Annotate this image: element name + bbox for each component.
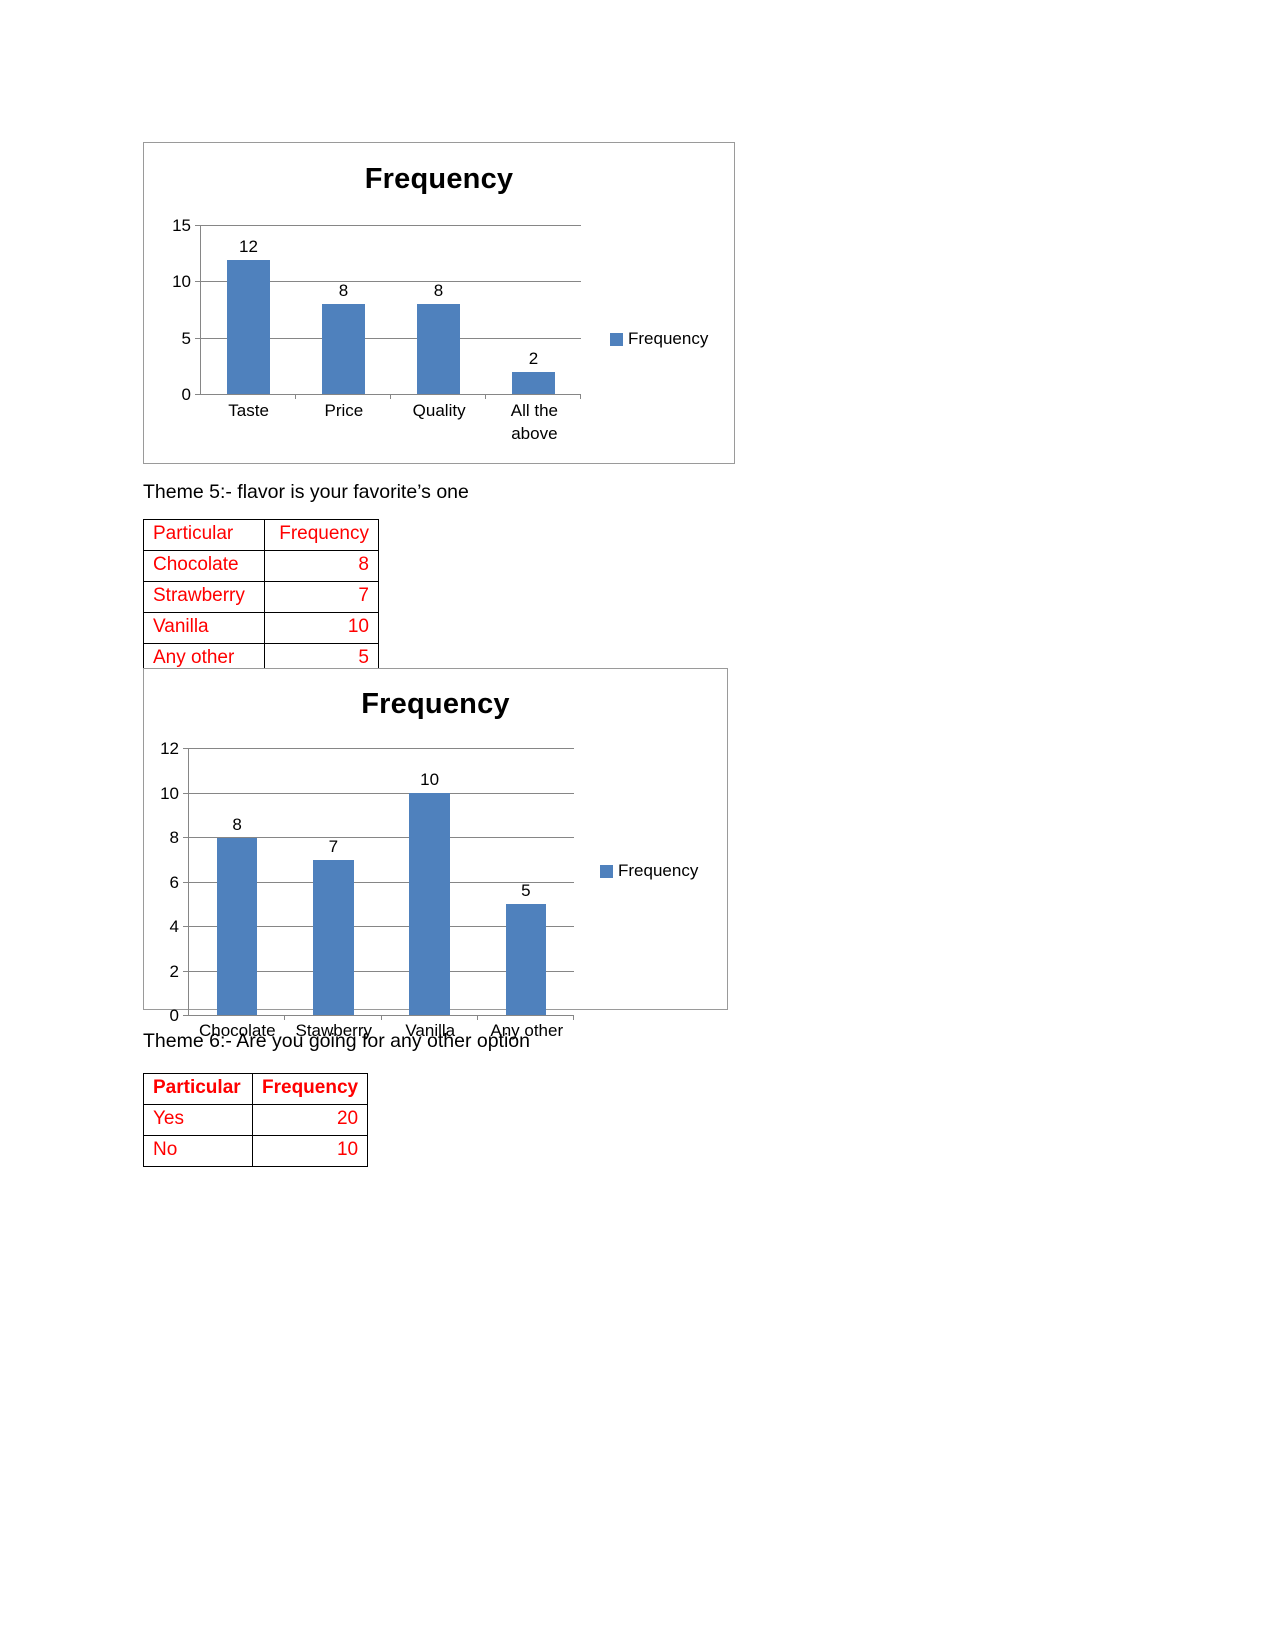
- bar[interactable]: [505, 904, 547, 1015]
- x-axis-label: Quality: [412, 401, 466, 420]
- table-header-cell: Frequency: [251, 1073, 369, 1105]
- table-cell-label: No: [143, 1135, 253, 1167]
- chart-object-factors[interactable]: Frequency 0 5 10 15 12 8 8 2 Taste Price Quality…: [143, 142, 735, 464]
- y-tick-label: 4: [169, 917, 179, 936]
- y-tick-label: 15: [172, 216, 191, 235]
- bar[interactable]: [321, 304, 366, 394]
- bar-value-label: 8: [338, 281, 349, 301]
- y-tick-mark: [195, 225, 200, 226]
- y-tick-mark: [183, 1015, 188, 1016]
- table-cell-label: Vanilla: [143, 612, 265, 644]
- x-axis-labels: Taste Price Quality All the above: [201, 399, 582, 445]
- chart-object-flavors[interactable]: Frequency 0 2 4 6 8 10 12 8 7 10 5 Chocolate Stawb…: [143, 668, 728, 1040]
- bar-slot[interactable]: 10: [382, 749, 478, 1020]
- bar-slot[interactable]: 5: [478, 749, 574, 1020]
- legend-swatch-icon: [610, 332, 623, 346]
- chart-plot-area: 0 2 4 6 8 10 12 8 7 10 5: [160, 739, 574, 1025]
- bar-slot[interactable]: 8: [189, 749, 286, 1020]
- table-header-row: Particular Frequency: [143, 1073, 369, 1105]
- table-cell-label: Chocolate: [143, 550, 265, 582]
- x-axis-label: All the above: [510, 401, 558, 443]
- bar-slot[interactable]: 8: [391, 226, 486, 399]
- table-cell-value: 8: [264, 550, 379, 582]
- table-cell-value: 20: [251, 1104, 369, 1136]
- y-tick-mark: [183, 881, 188, 883]
- theme-5-heading: Theme 5:- flavor is your favorite’s one: [143, 481, 469, 503]
- bar[interactable]: [409, 793, 450, 1015]
- bar-slot[interactable]: 12: [201, 226, 296, 399]
- chart-title: Frequency: [364, 163, 514, 195]
- table-cell-label: Strawberry: [143, 581, 265, 613]
- bar-value-label: 2: [528, 348, 539, 368]
- y-tick-label: 0: [169, 1006, 179, 1025]
- y-tick-label: 6: [169, 872, 179, 892]
- bar-value-label: 10: [420, 770, 440, 790]
- table-row: Chocolate 8: [143, 550, 379, 582]
- y-tick-label: 12: [160, 739, 179, 758]
- document-page: Frequency 0 5 10 15 12 8 8 2 Taste Price Quality…: [0, 0, 1275, 1651]
- bar[interactable]: [511, 371, 556, 394]
- chart-legend[interactable]: Frequency: [600, 861, 698, 881]
- bar-group: 12 8 8 2: [201, 226, 581, 399]
- table-header-cell: Frequency: [264, 519, 379, 551]
- bar-slot[interactable]: 2: [486, 226, 581, 399]
- y-tick-label: 10: [160, 783, 179, 803]
- y-tick-mark: [195, 281, 200, 283]
- bar-value-label: 8: [232, 814, 242, 834]
- bar[interactable]: [313, 859, 354, 1015]
- y-tick-mark: [183, 837, 188, 838]
- chart-plot-area: 0 5 10 15 12 8 8 2: [172, 216, 581, 404]
- bar-slot[interactable]: 7: [285, 749, 382, 1020]
- bar-value-label: 7: [328, 836, 339, 856]
- bar-group: 8 7 10 5: [189, 749, 574, 1020]
- bar[interactable]: [216, 837, 258, 1015]
- bar-value-label: 12: [239, 236, 258, 256]
- table-cell-value: 10: [264, 612, 379, 644]
- y-tick-label: 0: [181, 385, 191, 404]
- table-row: Yes 20: [143, 1104, 369, 1136]
- table-header-row: Particular Frequency: [143, 519, 379, 551]
- legend-swatch-icon: [600, 864, 613, 878]
- y-tick-label: 5: [181, 328, 191, 348]
- theme-6-heading: Theme 6:- Are you going for any other op…: [143, 1030, 530, 1052]
- table-row: Vanilla 10: [143, 612, 379, 644]
- table-header-cell: Particular: [143, 519, 265, 551]
- y-tick-mark: [183, 926, 188, 927]
- y-tick-label: 8: [169, 828, 179, 847]
- table-row: No 10: [143, 1135, 369, 1167]
- other-option-frequency-table: Particular Frequency Yes 20 No 10: [143, 1073, 369, 1167]
- y-tick-mark: [183, 970, 188, 972]
- table-row: Strawberry 7: [143, 581, 379, 613]
- x-axis-label: Price: [324, 401, 364, 420]
- table-body: Particular Frequency Yes 20 No 10: [143, 1073, 369, 1167]
- bar[interactable]: [226, 259, 271, 394]
- y-tick-mark: [183, 748, 188, 749]
- table-cell-value: 7: [264, 581, 379, 613]
- table-body: Particular Frequency Chocolate 8 Strawberry 7…: [143, 519, 379, 675]
- y-tick-mark: [183, 792, 188, 794]
- table-cell-label: Yes: [143, 1104, 253, 1136]
- y-tick-label: 10: [172, 272, 191, 292]
- legend-label: Frequency: [628, 329, 709, 348]
- y-tick-mark: [195, 394, 200, 395]
- chart-legend[interactable]: Frequency: [610, 329, 708, 349]
- flavor-frequency-table: Particular Frequency Chocolate 8 Strawberry 7…: [143, 519, 379, 675]
- bar-value-label: 8: [433, 281, 444, 301]
- bar-slot[interactable]: 8: [296, 226, 391, 399]
- table-header-cell: Particular: [143, 1073, 253, 1105]
- x-axis-label: Taste: [228, 401, 269, 420]
- bar-value-label: 5: [521, 881, 531, 901]
- legend-label: Frequency: [618, 861, 699, 880]
- bar[interactable]: [416, 304, 461, 394]
- y-tick-label: 2: [169, 961, 179, 981]
- chart-title: Frequency: [361, 688, 510, 720]
- table-cell-value: 10: [251, 1135, 369, 1167]
- y-tick-mark: [195, 337, 200, 339]
